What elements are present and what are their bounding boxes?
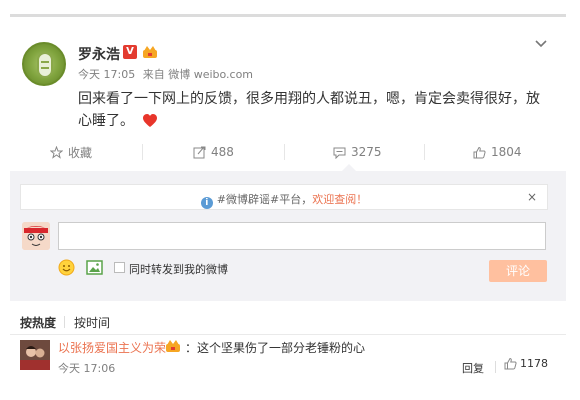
repost-count: 488 xyxy=(211,145,234,159)
post-time[interactable]: 今天 17:05 xyxy=(78,68,135,81)
like-button[interactable]: 1804 xyxy=(473,140,522,164)
comment-like-button[interactable]: 1178 xyxy=(504,357,548,370)
reply-button[interactable]: 回复 xyxy=(462,360,484,376)
close-icon[interactable]: × xyxy=(527,190,537,204)
comment-action-divider xyxy=(495,361,496,373)
post-meta: 今天 17:05 来自 微博 weibo.com xyxy=(78,66,257,82)
comment-icon xyxy=(333,147,346,159)
comment-input[interactable] xyxy=(58,222,546,250)
submit-comment-button[interactable]: 评论 xyxy=(489,260,547,282)
sort-divider xyxy=(64,316,65,328)
comment-button[interactable]: 3275 xyxy=(333,140,382,164)
repost-icon xyxy=(193,146,206,158)
notice-hashtag[interactable]: #微博辟谣#平台， xyxy=(217,193,312,206)
post-source: 来自 微博 weibo.com xyxy=(142,68,254,81)
panel-pointer xyxy=(342,164,356,171)
author-name[interactable]: 罗永浩 xyxy=(78,44,120,64)
crown-icon xyxy=(166,340,180,352)
comment-time: 今天 17:06 xyxy=(58,362,116,375)
user-photo-icon xyxy=(20,340,50,370)
sort-by-time-tab[interactable]: 按时间 xyxy=(74,314,110,331)
post-action-bar: 收藏 488 3275 1804 xyxy=(0,140,580,164)
star-icon xyxy=(50,145,63,159)
forward-checkbox[interactable] xyxy=(114,262,125,273)
action-divider xyxy=(142,144,143,160)
crown-icon xyxy=(143,46,157,58)
like-count: 1804 xyxy=(491,145,522,159)
info-icon: i xyxy=(200,197,213,209)
emoji-icon[interactable] xyxy=(58,259,75,276)
favorite-button[interactable]: 收藏 xyxy=(50,140,92,164)
current-user-avatar[interactable] xyxy=(22,222,50,250)
favorite-label: 收藏 xyxy=(68,145,93,160)
thumbs-up-icon xyxy=(504,357,517,370)
verified-icon: V xyxy=(123,45,137,59)
chevron-down-icon[interactable] xyxy=(534,36,548,50)
thumbs-up-icon xyxy=(473,146,486,158)
repost-button[interactable]: 488 xyxy=(193,140,234,164)
sort-by-hot-tab[interactable]: 按热度 xyxy=(20,314,56,331)
post-body: 回来看了一下网上的反馈，很多用翔的人都说丑，嗯，肯定会卖得很好，放心睡了。 xyxy=(78,88,548,132)
commenter-avatar[interactable] xyxy=(20,340,50,370)
forward-label[interactable]: 同时转发到我的微博 xyxy=(129,261,228,277)
top-divider xyxy=(10,14,566,17)
notice-link[interactable]: 欢迎查阅！ xyxy=(312,193,367,206)
commenter-name[interactable]: 以张扬爱国主义为荣 xyxy=(58,339,166,356)
comment-count: 3275 xyxy=(351,145,382,159)
sort-underline xyxy=(10,334,566,335)
image-icon[interactable] xyxy=(86,259,103,276)
action-divider xyxy=(284,144,285,160)
comment-text: ：这个坚果伤了一部分老锤粉的心 xyxy=(185,341,366,355)
author-avatar[interactable] xyxy=(22,42,66,86)
cartoon-face-icon xyxy=(22,222,50,250)
action-divider xyxy=(424,144,425,160)
rumor-notice: i #微博辟谣#平台，欢迎查阅！ × xyxy=(20,184,548,210)
heart-emoji-icon xyxy=(143,114,158,127)
comment-like-count: 1178 xyxy=(520,357,548,370)
